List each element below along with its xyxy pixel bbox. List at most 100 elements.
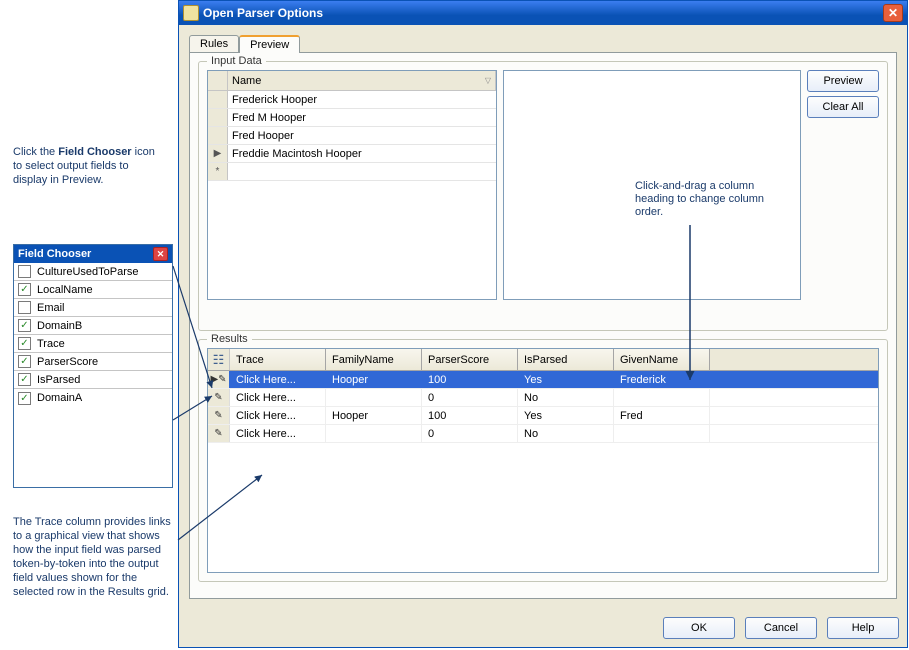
cell-familyname: Hooper <box>326 407 422 424</box>
annotation-trace-column: The Trace column provides links to a gra… <box>13 515 178 599</box>
sort-icon: ▽ <box>485 76 491 85</box>
row-icon: ▶✎ <box>208 371 230 388</box>
field-chooser-label: Trace <box>37 338 65 350</box>
ok-button[interactable]: OK <box>663 617 735 639</box>
field-chooser-item[interactable]: ✓ Trace <box>14 335 172 353</box>
input-column-name[interactable]: Name ▽ <box>228 71 496 90</box>
input-row[interactable]: Fred Hooper <box>208 127 496 145</box>
cell-familyname <box>326 425 422 442</box>
field-chooser-list: CultureUsedToParse ✓ LocalName Email ✓ Dom… <box>14 263 172 407</box>
close-icon[interactable]: ✕ <box>153 247 168 261</box>
input-cell[interactable]: Fred M Hooper <box>228 112 496 124</box>
field-chooser-label: DomainB <box>37 320 82 332</box>
annotation-drag-hint: Click-and-drag a column heading to chang… <box>635 180 765 219</box>
input-data-group: Input Data Name ▽ Frederick Hooper <box>198 61 888 331</box>
input-row[interactable]: ▶Freddie Macintosh Hooper <box>208 145 496 163</box>
row-header-corner <box>208 71 228 90</box>
row-icon: ✎ <box>208 407 230 424</box>
row-marker <box>208 109 228 126</box>
cell-givenname: Frederick <box>614 371 710 388</box>
window-close-button[interactable]: ✕ <box>883 4 903 22</box>
results-col-isparsed[interactable]: IsParsed <box>518 349 614 370</box>
cell-familyname: Hooper <box>326 371 422 388</box>
field-chooser-item[interactable]: ✓ LocalName <box>14 281 172 299</box>
row-icon: ✎ <box>208 425 230 442</box>
cell-familyname <box>326 389 422 406</box>
results-col-givenname[interactable]: GivenName <box>614 349 710 370</box>
field-chooser-label: IsParsed <box>37 374 80 386</box>
input-grid[interactable]: Name ▽ Frederick Hooper Fred M Hooper Fr… <box>207 70 497 300</box>
checkbox[interactable] <box>18 265 31 278</box>
row-marker: ▶ <box>208 145 228 162</box>
field-chooser-item[interactable]: CultureUsedToParse <box>14 263 172 281</box>
checkbox[interactable]: ✓ <box>18 355 31 368</box>
help-button[interactable]: Help <box>827 617 899 639</box>
cancel-button[interactable]: Cancel <box>745 617 817 639</box>
results-row[interactable]: ▶✎ Click Here... Hooper 100 Yes Frederic… <box>208 371 878 389</box>
row-marker <box>208 91 228 108</box>
cell-trace[interactable]: Click Here... <box>230 371 326 388</box>
cell-givenname <box>614 389 710 406</box>
cell-trace[interactable]: Click Here... <box>230 407 326 424</box>
field-chooser-label: Email <box>37 302 65 314</box>
results-row[interactable]: ✎ Click Here... 0 No <box>208 425 878 443</box>
clear-all-button[interactable]: Clear All <box>807 96 879 118</box>
field-chooser-popup: Field Chooser ✕ CultureUsedToParse ✓ Loca… <box>13 244 173 488</box>
cell-givenname <box>614 425 710 442</box>
tab-rules[interactable]: Rules <box>189 35 239 53</box>
tab-strip: Rules Preview <box>189 35 897 53</box>
cell-parserscore: 100 <box>422 371 518 388</box>
field-chooser-item[interactable]: ✓ IsParsed <box>14 371 172 389</box>
parser-options-dialog: Open Parser Options ✕ Rules Preview Inpu… <box>178 0 908 648</box>
results-row[interactable]: ✎ Click Here... Hooper 100 Yes Fred <box>208 407 878 425</box>
results-grid[interactable]: ☷ Trace FamilyName ParserScore IsParsed … <box>207 348 879 573</box>
field-chooser-item[interactable]: ✓ParserScore <box>14 353 172 371</box>
cell-parserscore: 0 <box>422 425 518 442</box>
checkbox[interactable]: ✓ <box>18 283 31 296</box>
cell-givenname: Fred <box>614 407 710 424</box>
field-chooser-label: CultureUsedToParse <box>37 266 139 278</box>
field-chooser-title: Field Chooser <box>18 248 91 260</box>
input-cell[interactable]: Freddie Macintosh Hooper <box>228 148 496 160</box>
checkbox[interactable]: ✓ <box>18 373 31 386</box>
results-group: Results ☷ Trace FamilyName ParserScore I… <box>198 339 888 582</box>
cell-isparsed: Yes <box>518 371 614 388</box>
dialog-title: Open Parser Options <box>203 6 323 20</box>
input-cell[interactable]: Fred Hooper <box>228 130 496 142</box>
cell-parserscore: 0 <box>422 389 518 406</box>
cell-trace[interactable]: Click Here... <box>230 389 326 406</box>
cell-isparsed: Yes <box>518 407 614 424</box>
dialog-footer: OK Cancel Help <box>179 609 907 647</box>
input-row[interactable]: Fred M Hooper <box>208 109 496 127</box>
checkbox[interactable]: ✓ <box>18 337 31 350</box>
checkbox[interactable]: ✓ <box>18 319 31 332</box>
input-cell[interactable]: Frederick Hooper <box>228 94 496 106</box>
field-chooser-item[interactable]: ✓ DomainA <box>14 389 172 407</box>
input-row[interactable]: * <box>208 163 496 181</box>
row-marker: * <box>208 163 228 180</box>
field-chooser-item[interactable]: Email <box>14 299 172 317</box>
field-chooser-item[interactable]: ✓ DomainB <box>14 317 172 335</box>
preview-button[interactable]: Preview <box>807 70 879 92</box>
cell-parserscore: 100 <box>422 407 518 424</box>
field-chooser-icon[interactable]: ☷ <box>208 349 230 370</box>
input-data-label: Input Data <box>207 55 266 67</box>
row-marker <box>208 127 228 144</box>
results-col-familyname[interactable]: FamilyName <box>326 349 422 370</box>
annotation-field-chooser: Click the Field Chooser icon to select o… <box>13 145 163 187</box>
cell-isparsed: No <box>518 389 614 406</box>
cell-trace[interactable]: Click Here... <box>230 425 326 442</box>
input-row[interactable]: Frederick Hooper <box>208 91 496 109</box>
app-icon <box>183 5 199 21</box>
tab-preview[interactable]: Preview <box>239 35 300 53</box>
field-chooser-label: LocalName <box>37 284 93 296</box>
results-col-trace[interactable]: Trace <box>230 349 326 370</box>
results-col-parserscore[interactable]: ParserScore <box>422 349 518 370</box>
field-chooser-titlebar[interactable]: Field Chooser ✕ <box>14 245 172 263</box>
field-chooser-label: DomainA <box>37 392 82 404</box>
dialog-titlebar[interactable]: Open Parser Options ✕ <box>179 1 907 25</box>
row-icon: ✎ <box>208 389 230 406</box>
checkbox[interactable] <box>18 301 31 314</box>
checkbox[interactable]: ✓ <box>18 392 31 405</box>
results-row[interactable]: ✎ Click Here... 0 No <box>208 389 878 407</box>
